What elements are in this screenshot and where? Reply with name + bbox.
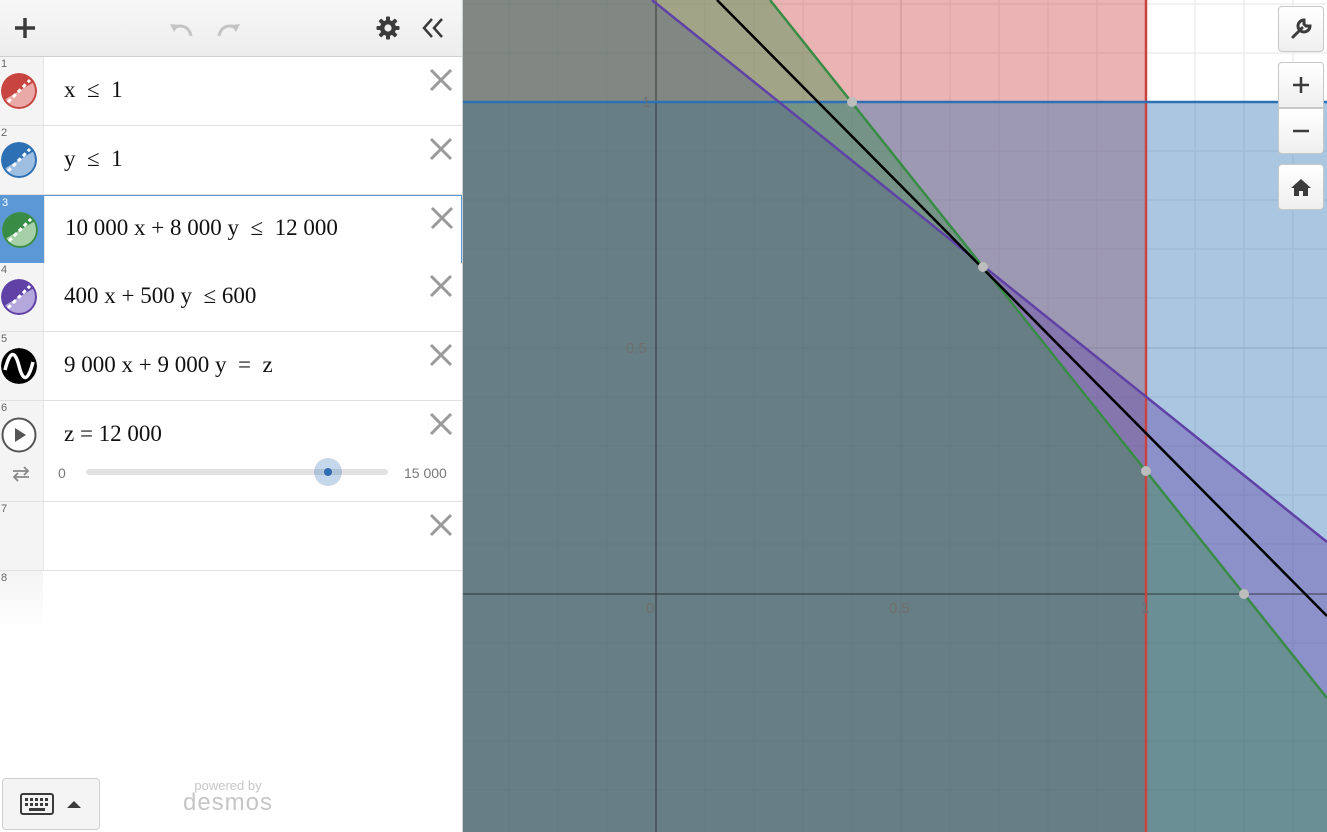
play-icon[interactable]: [1, 417, 37, 453]
graph-canvas[interactable]: 0 0.5 1 0.5 1: [463, 0, 1327, 832]
expression-gutter: 5: [0, 332, 44, 400]
expression-toolbar: [0, 0, 462, 57]
inequality-icon[interactable]: [1, 279, 37, 315]
expression-gutter: 3: [1, 196, 45, 263]
undo-button[interactable]: [166, 10, 198, 46]
expression-row[interactable]: 2 y ≤ 1: [0, 126, 462, 195]
expression-number: 7: [1, 503, 8, 515]
delete-expression-icon[interactable]: [428, 136, 454, 162]
plus-icon: [1293, 77, 1309, 93]
slider-thumb[interactable]: [313, 458, 342, 486]
caret-up-icon: [67, 801, 81, 808]
expression-gutter: 6: [0, 401, 44, 501]
zoom-out-button[interactable]: [1278, 108, 1324, 154]
redo-icon: [217, 24, 240, 37]
slider-max-label[interactable]: 15 000: [404, 465, 447, 481]
expression-row-new[interactable]: 8: [0, 571, 462, 631]
y-tick-0.5: 0.5: [626, 340, 647, 357]
expression-gutter: 1: [0, 57, 44, 125]
expression-list-panel: 1 x ≤ 1 2 y ≤ 1 3 10 000 x + 8 000 y ≤ 1…: [0, 0, 463, 832]
delete-expression-icon[interactable]: [428, 67, 454, 93]
expression-math[interactable]: 10 000 x + 8 000 y ≤ 12 000: [65, 215, 338, 241]
delete-expression-icon[interactable]: [428, 342, 454, 368]
undo-icon: [170, 24, 193, 37]
expression-math[interactable]: 9 000 x + 9 000 y = z: [64, 352, 273, 378]
expression-number: 5: [1, 333, 8, 345]
slider-min-label[interactable]: 0: [58, 465, 66, 481]
home-view-button[interactable]: [1278, 164, 1324, 210]
expression-gutter: 4: [0, 263, 44, 331]
add-expression-button[interactable]: [8, 10, 42, 46]
expression-row-slider[interactable]: 6 z = 12 000 0 15 000: [0, 401, 462, 502]
expression-row[interactable]: 1 x ≤ 1: [0, 57, 462, 126]
expression-row[interactable]: 4 400 x + 500 y ≤ 600: [0, 263, 462, 332]
x-tick-1: 1: [1141, 600, 1149, 617]
delete-expression-icon[interactable]: [429, 205, 455, 231]
keyboard-toggle-button[interactable]: [2, 778, 100, 830]
loop-icon[interactable]: [10, 465, 32, 483]
redo-button[interactable]: [212, 10, 244, 46]
collapse-list-button[interactable]: [416, 10, 450, 46]
expression-number: 6: [1, 402, 8, 414]
inequality-icon[interactable]: [1, 142, 37, 178]
expression-gutter: 7: [0, 502, 44, 570]
keyboard-icon: [20, 793, 54, 815]
graph-settings-button[interactable]: [1278, 6, 1324, 52]
expression-math[interactable]: z = 12 000: [64, 421, 162, 447]
home-icon: [1291, 179, 1311, 196]
expression-gutter: 8: [0, 571, 43, 631]
expression-number: 2: [1, 127, 8, 139]
settings-button[interactable]: [372, 10, 404, 46]
inequality-icon[interactable]: [2, 212, 38, 248]
x-tick-0: 0: [646, 600, 654, 617]
expression-math[interactable]: y ≤ 1: [64, 146, 123, 172]
delete-expression-icon[interactable]: [428, 411, 454, 437]
gear-icon: [376, 16, 400, 40]
y-tick-1: 1: [642, 94, 650, 111]
expression-row[interactable]: 5 9 000 x + 9 000 y = z: [0, 332, 462, 401]
slider-track[interactable]: [86, 469, 388, 475]
x-tick-0.5: 0.5: [889, 600, 910, 617]
line-graph-icon[interactable]: [1, 348, 37, 384]
expression-number: 8: [1, 572, 8, 584]
delete-expression-icon[interactable]: [428, 512, 454, 538]
desmos-logo: desmos: [182, 789, 274, 816]
expression-math[interactable]: x ≤ 1: [64, 77, 123, 103]
expression-number: 3: [2, 197, 9, 209]
double-chevron-left-icon: [422, 18, 443, 38]
graph-paper[interactable]: 0 0.5 1 0.5 1: [463, 0, 1327, 832]
zoom-in-button[interactable]: [1278, 62, 1324, 108]
inequality-icon[interactable]: [1, 73, 37, 109]
slider-thumb-dot: [323, 468, 332, 476]
powered-by-desmos[interactable]: powered by desmos: [178, 778, 278, 817]
expression-math[interactable]: 400 x + 500 y ≤ 600: [64, 283, 256, 309]
delete-expression-icon[interactable]: [428, 273, 454, 299]
expression-number: 1: [1, 58, 8, 70]
expression-row-selected[interactable]: 3 10 000 x + 8 000 y ≤ 12 000: [0, 195, 462, 264]
expression-number: 4: [1, 264, 8, 276]
expression-gutter: 2: [0, 126, 44, 194]
plus-icon: [15, 18, 35, 38]
expression-row-empty[interactable]: 7: [0, 502, 462, 571]
wrench-icon: [1291, 18, 1312, 39]
minus-icon: [1293, 129, 1309, 133]
